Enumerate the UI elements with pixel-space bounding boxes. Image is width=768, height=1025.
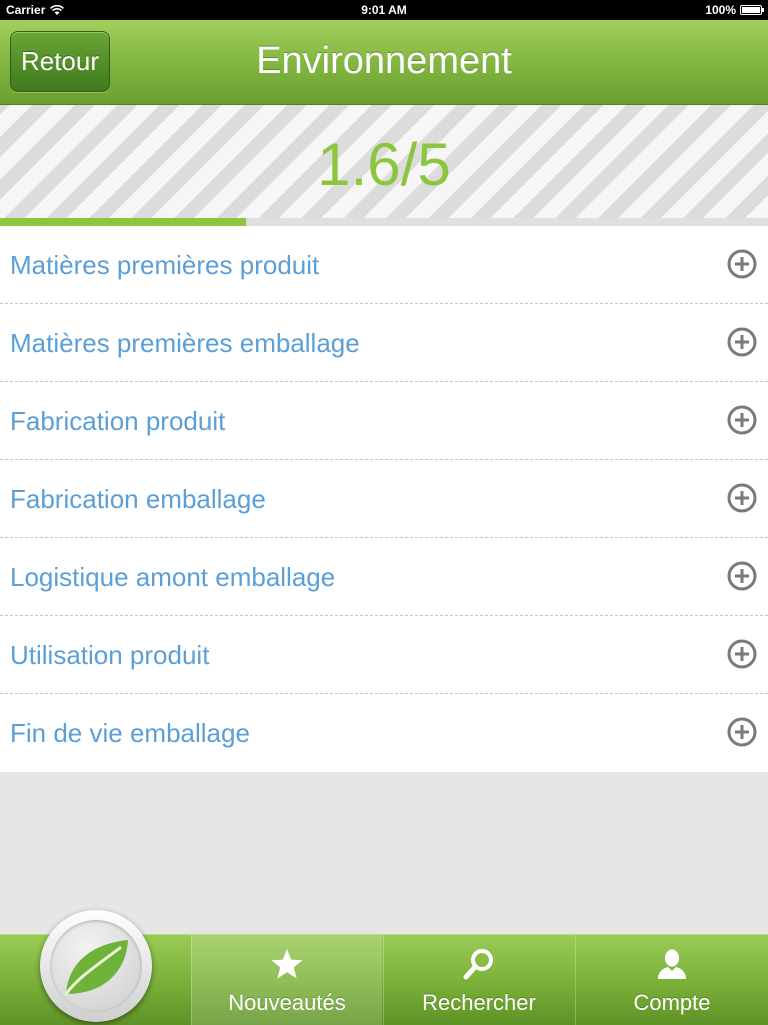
list-item-label: Logistique amont emballage <box>10 562 336 592</box>
battery-icon <box>740 5 764 15</box>
tab-label: Nouveautés <box>228 990 346 1015</box>
list-item-label: Utilisation produit <box>10 640 210 670</box>
list-item[interactable]: Logistique amont emballage <box>0 538 768 616</box>
list-item-label: Fabrication emballage <box>10 484 266 514</box>
list-item[interactable]: Fabrication emballage <box>0 460 768 538</box>
tab-label: Compte <box>633 990 711 1015</box>
plus-circle-icon[interactable] <box>727 639 757 669</box>
plus-circle-icon[interactable] <box>727 483 757 513</box>
list-item[interactable]: Matières premières emballage <box>0 304 768 382</box>
leaf-icon <box>64 940 128 996</box>
status-bar: Carrier 9:01 AM 100% <box>0 0 768 20</box>
criteria-list: Matières premières produit Matières prem… <box>0 226 768 772</box>
list-item[interactable]: Utilisation produit <box>0 616 768 694</box>
score-progress-fill <box>0 218 246 226</box>
battery-percent: 100% <box>705 3 736 17</box>
search-icon <box>463 949 493 980</box>
tab-compte[interactable]: Compte <box>575 935 768 1025</box>
list-item-label: Matières premières emballage <box>10 328 360 358</box>
tab-label: Rechercher <box>422 990 536 1015</box>
user-icon <box>658 949 686 979</box>
score-banner: 1.6/5 <box>0 105 768 218</box>
list-item-label: Fabrication produit <box>10 406 226 436</box>
list-item[interactable]: Fabrication produit <box>0 382 768 460</box>
plus-circle-icon[interactable] <box>727 561 757 591</box>
score-progress-bar <box>0 218 768 226</box>
score-value: 1.6/5 <box>317 131 451 198</box>
list-item-label: Fin de vie emballage <box>10 718 250 748</box>
list-item-label: Matières premières produit <box>10 250 320 280</box>
plus-circle-icon[interactable] <box>727 405 757 435</box>
status-time: 9:01 AM <box>361 3 407 17</box>
plus-circle-icon[interactable] <box>727 327 757 357</box>
battery-indicator: 100% <box>705 3 764 17</box>
tab-rechercher[interactable]: Rechercher <box>383 935 574 1025</box>
navigation-bar: Retour Environnement <box>0 20 768 105</box>
leaf-logo-button[interactable] <box>40 910 152 1022</box>
tab-nouveautes[interactable]: Nouveautés <box>191 935 382 1025</box>
star-icon <box>271 949 303 979</box>
logo-inner <box>50 920 142 1012</box>
plus-circle-icon[interactable] <box>727 717 757 747</box>
plus-circle-icon[interactable] <box>727 249 757 279</box>
list-item[interactable]: Matières premières produit <box>0 226 768 304</box>
list-item[interactable]: Fin de vie emballage <box>0 694 768 772</box>
page-title: Environnement <box>256 40 512 82</box>
